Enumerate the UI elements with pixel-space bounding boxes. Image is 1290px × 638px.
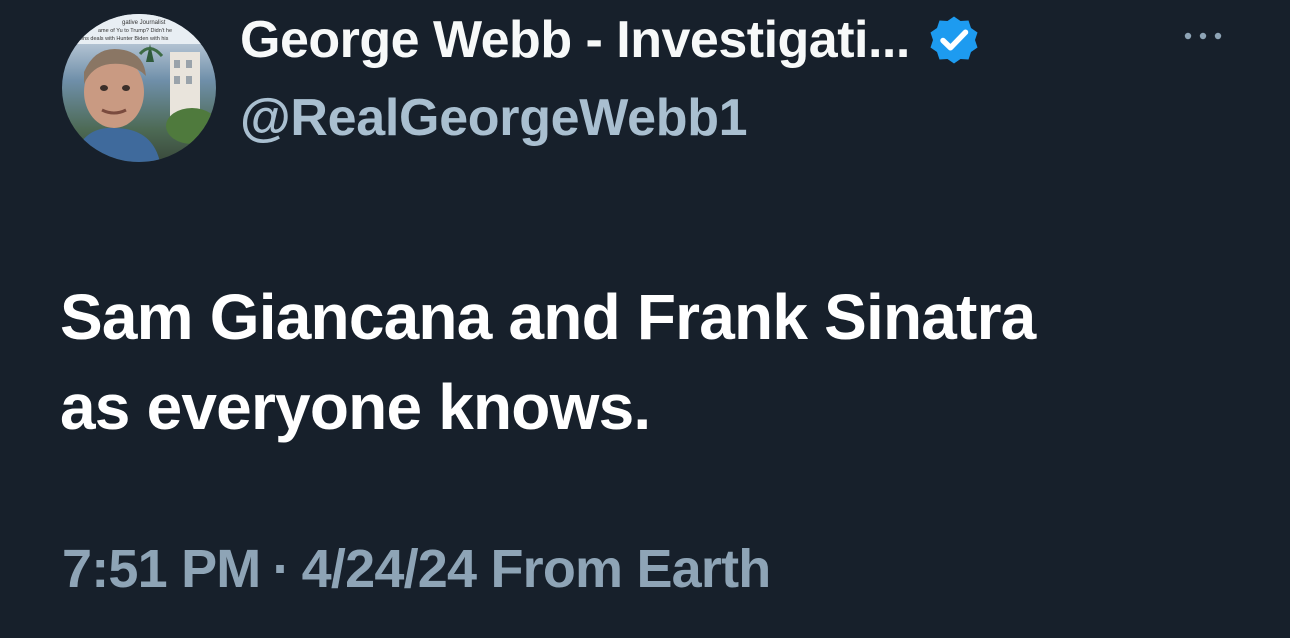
tweet-text-line: as everyone knows.: [60, 371, 651, 443]
avatar[interactable]: gative Journalist ame of Yu to Trump? Di…: [62, 14, 216, 162]
display-name-row: George Webb - Investigati...: [240, 8, 984, 72]
avatar-caption-line: gative Journalist: [122, 20, 166, 26]
user-handle[interactable]: @RealGeorgeWebb1: [240, 88, 748, 148]
avatar-caption-line: ons deals with Hunter Biden with his: [80, 36, 169, 42]
verified-badge-icon[interactable]: [924, 10, 984, 70]
meta-separator: ·: [272, 539, 290, 599]
display-name[interactable]: George Webb - Investigati...: [240, 10, 910, 70]
tweet-date[interactable]: 4/24/24: [302, 539, 477, 599]
tweet-meta: 7:51 PM · 4/24/24 From Earth: [62, 538, 771, 600]
avatar-photo: gative Journalist ame of Yu to Trump? Di…: [62, 14, 216, 162]
tweet-location: From Earth: [490, 539, 771, 599]
tweet: gative Journalist ame of Yu to Trump? Di…: [0, 0, 1290, 638]
more-options-icon[interactable]: [1180, 26, 1226, 46]
tweet-time[interactable]: 7:51 PM: [62, 539, 261, 599]
tweet-text-line: Sam Giancana and Frank Sinatra: [60, 281, 1036, 353]
tweet-text: Sam Giancana and Frank Sinatra as everyo…: [60, 272, 1240, 452]
avatar-caption-line: ame of Yu to Trump? Didn't he: [98, 28, 172, 34]
